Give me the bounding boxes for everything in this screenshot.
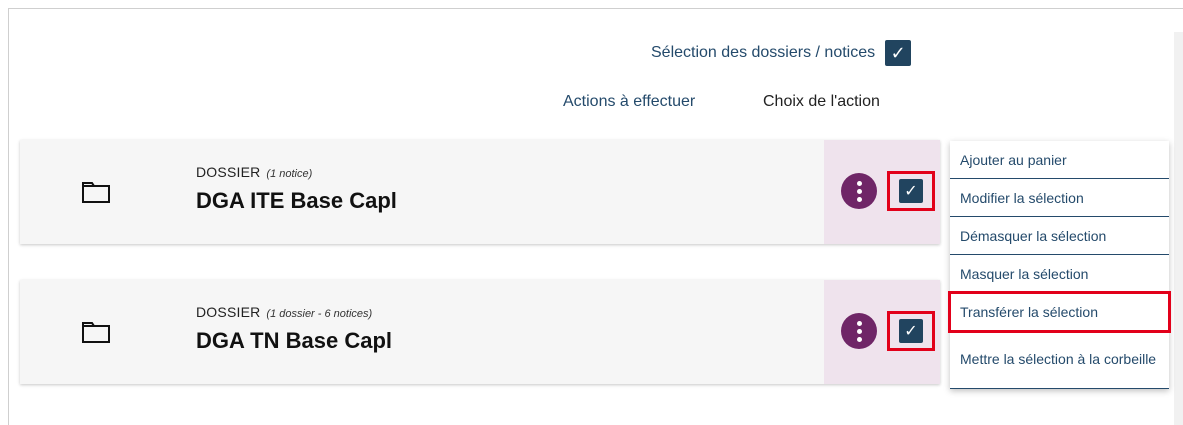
checkmark-icon: ✓ bbox=[904, 323, 918, 340]
record-title[interactable]: DGA TN Base Capl bbox=[196, 328, 392, 354]
menu-item-add-to-cart[interactable]: Ajouter au panier bbox=[950, 141, 1169, 179]
more-options-button[interactable] bbox=[841, 173, 877, 209]
record-checkbox-highlight: ✓ bbox=[887, 171, 935, 211]
action-menu: Ajouter au panier Modifier la sélection … bbox=[948, 141, 1171, 389]
folder-icon bbox=[82, 182, 110, 203]
scrollbar[interactable] bbox=[1174, 32, 1183, 425]
menu-item-hide-selection[interactable]: Masquer la sélection bbox=[950, 255, 1169, 293]
kebab-dot bbox=[856, 180, 862, 186]
kebab-dot bbox=[856, 188, 862, 194]
record-type: DOSSIER bbox=[196, 304, 261, 320]
menu-item-trash-selection[interactable]: Mettre la sélection à la corbeille bbox=[950, 331, 1169, 389]
kebab-dot bbox=[856, 328, 862, 334]
checkmark-icon: ✓ bbox=[890, 42, 906, 63]
kebab-dot bbox=[856, 196, 862, 202]
select-all-checkbox[interactable]: ✓ bbox=[885, 40, 912, 66]
record-count: (1 dossier - 6 notices) bbox=[266, 308, 373, 320]
record-card[interactable]: DOSSIER (1 dossier - 6 notices) DGA TN Ba… bbox=[20, 280, 940, 384]
select-all-label: Sélection des dossiers / notices bbox=[651, 44, 876, 61]
record-count: (1 notice) bbox=[266, 168, 313, 180]
action-choice-label: Choix de l'action bbox=[763, 93, 880, 110]
menu-item-transfer-selection[interactable]: Transférer la sélection bbox=[948, 291, 1171, 333]
record-meta: DOSSIER (1 dossier - 6 notices) bbox=[196, 304, 372, 320]
folder-icon bbox=[82, 322, 110, 343]
menu-item-unhide-selection[interactable]: Démasquer la sélection bbox=[950, 217, 1169, 255]
kebab-dot bbox=[856, 320, 862, 326]
record-title[interactable]: DGA ITE Base Capl bbox=[196, 188, 397, 214]
record-checkbox-highlight: ✓ bbox=[887, 311, 935, 351]
actions-label[interactable]: Actions à effectuer bbox=[563, 93, 695, 111]
record-checkbox[interactable]: ✓ bbox=[899, 179, 923, 203]
more-options-button[interactable] bbox=[841, 313, 877, 349]
record-type: DOSSIER bbox=[196, 164, 261, 180]
kebab-dot bbox=[856, 336, 862, 342]
select-all: Sélection des dossiers / notices ✓ bbox=[651, 38, 912, 68]
record-checkbox[interactable]: ✓ bbox=[899, 319, 923, 343]
menu-item-edit-selection[interactable]: Modifier la sélection bbox=[950, 179, 1169, 217]
record-meta: DOSSIER (1 notice) bbox=[196, 164, 312, 180]
checkmark-icon: ✓ bbox=[904, 183, 918, 200]
record-card[interactable]: DOSSIER (1 notice) DGA ITE Base Capl ✓ bbox=[20, 140, 940, 244]
